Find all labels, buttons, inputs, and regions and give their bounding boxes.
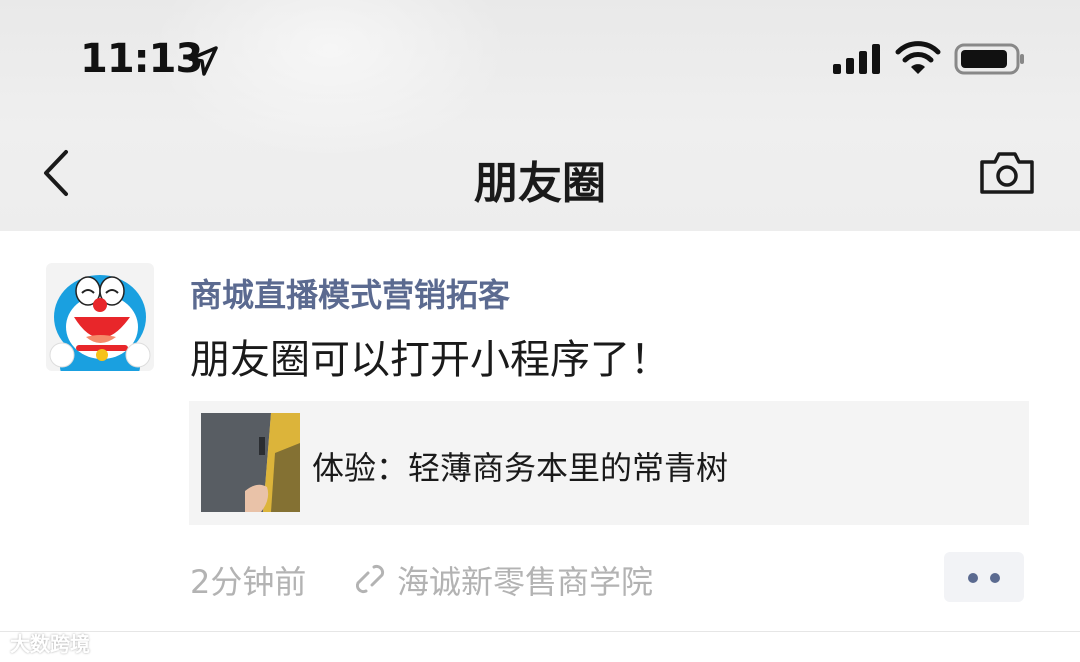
location-arrow-icon: [188, 46, 218, 76]
avatar[interactable]: [46, 263, 154, 371]
signal-icon: [833, 44, 880, 74]
post-time: 2分钟前: [190, 563, 307, 601]
card-thumbnail: [201, 413, 300, 512]
watermark: 大数跨境: [10, 632, 90, 656]
wifi-icon: [895, 41, 941, 74]
status-time: 11:13: [80, 36, 203, 82]
page-title: 朋友圈: [474, 158, 606, 209]
camera-icon[interactable]: [978, 150, 1036, 196]
divider: [0, 631, 1080, 632]
more-button[interactable]: [944, 552, 1024, 602]
battery-icon: [954, 43, 1024, 75]
source-link[interactable]: 海诚新零售商学院: [397, 557, 653, 603]
link-card[interactable]: 体验：轻薄商务本里的常青树: [189, 401, 1029, 525]
top-bar: 11:13 朋友圈: [0, 0, 1080, 231]
post-text: 朋友圈可以打开小程序了！: [190, 337, 670, 383]
link-icon: [355, 564, 385, 594]
card-title: 体验：轻薄商务本里的常青树: [312, 449, 729, 487]
more-dot-icon: [990, 573, 1000, 583]
post-author[interactable]: 商城直播模式营销拓客: [190, 270, 510, 316]
doraemon-avatar-icon: [49, 275, 151, 371]
more-dot-icon: [968, 573, 978, 583]
